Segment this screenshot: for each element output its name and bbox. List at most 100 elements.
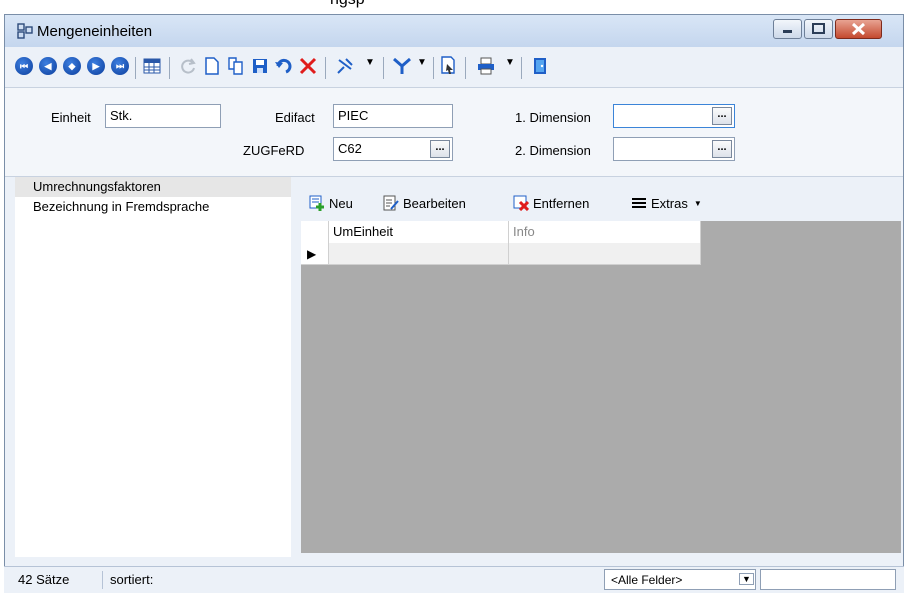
undo-icon xyxy=(275,58,292,74)
cell-info[interactable] xyxy=(509,243,701,265)
window-title: Mengeneinheiten xyxy=(37,23,153,40)
chevron-down-icon[interactable]: ▼ xyxy=(505,57,515,68)
record-count: 42 Sätze xyxy=(18,572,70,587)
toolbar-separator xyxy=(383,57,384,79)
new-button[interactable]: Neu xyxy=(309,195,353,211)
undo-button[interactable] xyxy=(273,55,295,77)
extras-menu-button[interactable]: Extras ▼ xyxy=(631,195,702,211)
filter-button[interactable] xyxy=(391,55,413,77)
toolbar-separator xyxy=(169,57,170,79)
status-bar: 42 Sätze sortiert: <Alle Felder> ▼ xyxy=(4,566,904,593)
edit-icon xyxy=(383,195,399,211)
column-header-umeinheit[interactable]: UmEinheit xyxy=(329,221,509,243)
refresh-icon xyxy=(181,58,196,74)
next-record-icon: ▶ xyxy=(87,57,105,75)
dimension2-lookup-button[interactable]: ... xyxy=(712,140,732,158)
exit-button[interactable] xyxy=(529,55,551,77)
maximize-button[interactable] xyxy=(804,19,833,39)
minimize-icon xyxy=(783,30,792,33)
minimize-button[interactable] xyxy=(773,19,802,39)
conversion-grid: UmEinheit Info ▶ xyxy=(301,221,901,553)
last-record-button[interactable]: ⏭ xyxy=(109,55,131,77)
extras-button-label: Extras xyxy=(651,195,688,211)
export-icon xyxy=(441,56,455,74)
edit-button[interactable]: Bearbeiten xyxy=(383,195,466,211)
grid-toolbar: Neu Bearbeiten Entfernen Extras ▼ xyxy=(301,191,901,217)
einheit-label: Einheit xyxy=(51,110,91,125)
row-header-corner xyxy=(301,221,329,243)
new-document-icon xyxy=(205,57,219,75)
last-record-icon: ⏭ xyxy=(111,57,129,75)
save-button[interactable] xyxy=(249,55,271,77)
table-row[interactable]: ▶ xyxy=(301,243,701,265)
close-button[interactable] xyxy=(835,19,882,39)
nav-item-umrechnungsfaktoren[interactable]: Umrechnungsfaktoren xyxy=(15,177,291,197)
new-button-label: Neu xyxy=(329,195,353,211)
caption-fragment: ngsp xyxy=(330,0,365,9)
chevron-down-icon[interactable]: ▼ xyxy=(739,573,754,585)
add-row-icon xyxy=(309,195,324,211)
unit-form: Einheit Stk. Edifact PIEC ZUGFeRD C62 ..… xyxy=(5,87,903,177)
delete-button[interactable] xyxy=(297,55,319,77)
export-button[interactable] xyxy=(437,55,459,77)
nav-item-fremdsprache[interactable]: Bezeichnung in Fremdsprache xyxy=(15,197,291,217)
copy-button[interactable] xyxy=(225,55,247,77)
section-nav: Umrechnungsfaktoren Bezeichnung in Fremd… xyxy=(15,177,291,557)
table-view-button[interactable] xyxy=(141,55,163,77)
center-record-icon: ◆ xyxy=(63,57,81,75)
print-button[interactable] xyxy=(475,55,497,77)
save-icon xyxy=(253,59,267,73)
mengeneinheiten-window: Mengeneinheiten ⏮ ◀ ◆ ▶ ⏭ ▼ ▼ ▼ Einheit … xyxy=(4,14,904,592)
center-record-button[interactable]: ◆ xyxy=(61,55,83,77)
chevron-down-icon: ▼ xyxy=(693,198,702,208)
first-record-icon: ⏮ xyxy=(15,57,33,75)
previous-record-button[interactable]: ◀ xyxy=(37,55,59,77)
sort-label: sortiert: xyxy=(110,572,154,587)
delete-icon xyxy=(299,57,317,75)
dimension1-label: 1. Dimension xyxy=(515,110,591,125)
first-record-button[interactable]: ⏮ xyxy=(13,55,35,77)
close-icon xyxy=(851,22,866,36)
dimension2-label: 2. Dimension xyxy=(515,143,591,158)
toolbar-separator xyxy=(521,57,522,79)
toolbar-separator xyxy=(135,57,136,79)
toolbar-separator xyxy=(465,57,466,79)
table-view-icon xyxy=(143,58,161,74)
column-header-info[interactable]: Info xyxy=(509,221,701,243)
conversion-panel: Neu Bearbeiten Entfernen Extras ▼ UmEinh… xyxy=(301,185,901,559)
einheit-field[interactable]: Stk. xyxy=(105,104,221,128)
pin-icon xyxy=(337,58,353,74)
remove-button-label: Entfernen xyxy=(533,195,590,211)
search-input[interactable] xyxy=(760,569,896,590)
refresh-button[interactable] xyxy=(177,55,199,77)
toolbar-separator xyxy=(433,57,434,79)
remove-row-icon xyxy=(513,195,529,211)
row-marker-icon: ▶ xyxy=(301,243,329,265)
chevron-down-icon[interactable]: ▼ xyxy=(365,57,375,68)
zugferd-lookup-button[interactable]: ... xyxy=(430,140,450,158)
field-filter-value: <Alle Felder> xyxy=(611,573,683,587)
exit-icon xyxy=(534,58,546,74)
new-document-button[interactable] xyxy=(201,55,223,77)
cropped-caption: ngsp xyxy=(0,0,909,14)
maximize-icon xyxy=(812,23,825,34)
status-divider xyxy=(102,571,103,589)
edifact-field[interactable]: PIEC xyxy=(333,104,453,128)
print-icon xyxy=(478,57,494,75)
copy-icon xyxy=(228,57,243,75)
cell-umeinheit[interactable] xyxy=(329,243,509,265)
main-toolbar: ⏮ ◀ ◆ ▶ ⏭ ▼ ▼ ▼ xyxy=(5,51,903,85)
hamburger-menu-icon xyxy=(632,198,646,208)
toolbar-separator xyxy=(325,57,326,79)
remove-button[interactable]: Entfernen xyxy=(513,195,589,211)
app-window-icon xyxy=(17,23,33,39)
edit-button-label: Bearbeiten xyxy=(403,195,466,211)
filter-icon xyxy=(393,57,411,74)
chevron-down-icon[interactable]: ▼ xyxy=(417,57,427,68)
title-bar: Mengeneinheiten xyxy=(5,15,903,47)
next-record-button[interactable]: ▶ xyxy=(85,55,107,77)
edifact-label: Edifact xyxy=(275,110,315,125)
field-filter-select[interactable]: <Alle Felder> ▼ xyxy=(604,569,756,590)
pin-button[interactable] xyxy=(335,55,357,77)
dimension1-lookup-button[interactable]: ... xyxy=(712,107,732,125)
